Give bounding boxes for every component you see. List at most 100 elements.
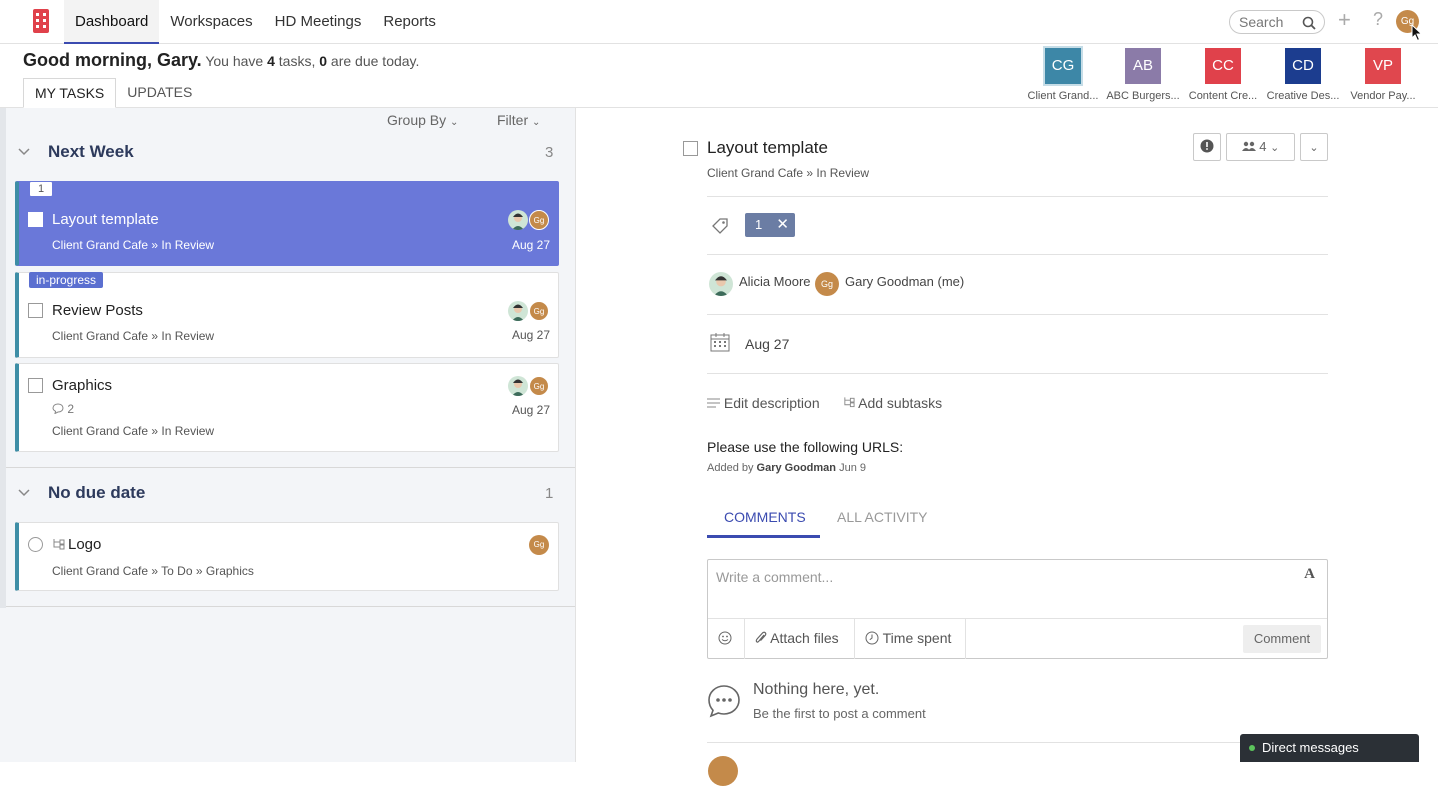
avatar: [508, 210, 528, 230]
time-spent-button[interactable]: Time spent: [855, 619, 966, 659]
task-checkbox[interactable]: [28, 212, 43, 227]
greeting-text: You have: [201, 53, 268, 69]
calendar-icon[interactable]: [710, 333, 730, 352]
subtask-icon: [844, 397, 855, 408]
task-due-date: Aug 27: [511, 328, 550, 342]
workspace-icon: AB: [1125, 48, 1161, 84]
nav-reports[interactable]: Reports: [372, 0, 447, 44]
priority-button[interactable]: [1193, 133, 1221, 161]
chevron-down-icon: ⌄: [1309, 142, 1319, 154]
group-by-label: Group By: [387, 112, 447, 128]
due-date[interactable]: Aug 27: [745, 336, 789, 352]
comment-submit-button[interactable]: Comment: [1243, 625, 1321, 653]
avatar: [508, 301, 528, 321]
pane-edge: [0, 108, 6, 608]
remove-tag-icon[interactable]: ✕: [776, 213, 789, 237]
divider: [707, 373, 1328, 374]
task-due-date: Aug 27: [511, 238, 550, 252]
workspace-shortcut[interactable]: VP Vendor Pay...: [1343, 48, 1423, 102]
subtask-icon: [53, 539, 65, 550]
alert-icon: [1200, 139, 1214, 153]
task-card[interactable]: Graphics 2 Client Grand Cafe » In Review…: [15, 363, 559, 452]
search-icon: [1302, 16, 1316, 30]
task-card[interactable]: in-progress Review Posts Client Grand Ca…: [15, 272, 559, 358]
comment-editor[interactable]: Write a comment... A Attach files Time s…: [707, 559, 1328, 659]
empty-comments-subtitle: Be the first to post a comment: [753, 706, 926, 721]
workspace-label: Client Grand...: [1027, 90, 1099, 102]
section-divider: [6, 467, 575, 468]
avatar: Gg: [529, 210, 549, 230]
lines-icon: [707, 398, 720, 408]
divider: [707, 254, 1328, 255]
add-button[interactable]: +: [1338, 8, 1351, 32]
collapse-chevron-icon[interactable]: [18, 148, 30, 156]
workspace-label: Creative Des...: [1266, 90, 1340, 102]
avatar: Gg: [529, 376, 549, 396]
followers-button[interactable]: 4 ⌄: [1226, 133, 1295, 161]
emoji-icon: [718, 631, 732, 645]
greeting-hello: Good morning, Gary.: [23, 50, 202, 70]
workspace-shortcut[interactable]: CD Creative Des...: [1263, 48, 1343, 102]
help-icon[interactable]: ?: [1373, 9, 1383, 30]
tab-all-activity[interactable]: ALL ACTIVITY: [837, 509, 928, 525]
task-complete-checkbox[interactable]: [683, 141, 698, 156]
avatar: [709, 272, 733, 296]
breadcrumb[interactable]: Client Grand Cafe » In Review: [707, 166, 869, 180]
task-checkbox[interactable]: [28, 537, 43, 552]
task-card[interactable]: Logo Client Grand Cafe » To Do » Graphic…: [15, 522, 559, 591]
avatar: Gg: [529, 535, 549, 555]
comment-icon: [52, 403, 64, 415]
clock-icon: [865, 631, 879, 645]
nav-hd-meetings[interactable]: HD Meetings: [264, 0, 373, 44]
workspace-label: ABC Burgers...: [1106, 90, 1180, 102]
nav-dashboard[interactable]: Dashboard: [64, 0, 160, 44]
collapse-chevron-icon[interactable]: [18, 489, 30, 497]
task-title[interactable]: Layout template: [707, 138, 828, 158]
workspace-shortcut[interactable]: CG Client Grand...: [1023, 48, 1103, 102]
filter-dropdown[interactable]: Filter ⌄: [497, 112, 540, 128]
workspace-shortcut[interactable]: CC Content Cre...: [1183, 48, 1263, 102]
online-status-icon: [1249, 745, 1255, 751]
tab-my-tasks[interactable]: MY TASKS: [23, 78, 117, 108]
task-title: Logo: [68, 536, 102, 553]
assignee-name[interactable]: Alicia Moore: [739, 274, 811, 289]
more-options-button[interactable]: ⌄: [1300, 133, 1328, 161]
comment-count: 2: [52, 402, 74, 416]
workspace-icon: CD: [1285, 48, 1321, 84]
search-input[interactable]: Search: [1229, 10, 1325, 34]
tag-chip[interactable]: 1 ✕: [745, 213, 795, 237]
task-title: Review Posts: [52, 302, 143, 319]
workspace-shortcut[interactable]: AB ABC Burgers...: [1103, 48, 1183, 102]
edit-description-button[interactable]: Edit description: [707, 395, 820, 411]
add-subtasks-button[interactable]: Add subtasks: [843, 395, 942, 411]
text-format-icon[interactable]: A: [1304, 566, 1315, 583]
emoji-button[interactable]: [708, 619, 745, 659]
chat-bubble-icon: [708, 685, 740, 718]
tag-icon[interactable]: [711, 217, 729, 235]
workspace-label: Vendor Pay...: [1350, 90, 1416, 102]
section-count: 1: [545, 485, 554, 502]
chevron-down-icon: ⌄: [1270, 142, 1280, 154]
attach-files-button[interactable]: Attach files: [745, 619, 855, 659]
assignee-name[interactable]: Gary Goodman (me): [845, 274, 964, 289]
app-logo-icon[interactable]: [32, 9, 50, 33]
paperclip-icon: [755, 631, 767, 643]
section-title: No due date: [48, 483, 146, 502]
mouse-cursor-icon: [1411, 24, 1423, 42]
nav-workspaces[interactable]: Workspaces: [159, 0, 263, 44]
search-placeholder: Search: [1239, 14, 1284, 30]
task-checkbox[interactable]: [28, 303, 43, 318]
task-checkbox[interactable]: [28, 378, 43, 393]
tab-comments[interactable]: COMMENTS: [724, 509, 806, 525]
direct-messages-button[interactable]: Direct messages: [1240, 734, 1419, 762]
group-by-dropdown[interactable]: Group By ⌄: [387, 112, 458, 128]
active-tab-indicator: [707, 535, 820, 538]
chevron-down-icon: ⌄: [450, 117, 459, 128]
filter-label: Filter: [497, 112, 529, 128]
divider: [707, 314, 1328, 315]
tab-updates[interactable]: UPDATES: [116, 78, 203, 108]
task-title: Graphics: [52, 377, 113, 394]
task-description: Please use the following URLS:: [707, 439, 904, 455]
greeting: Good morning, Gary. You have 4 tasks, 0 …: [23, 50, 419, 71]
task-card[interactable]: 1 Layout template Client Grand Cafe » In…: [15, 181, 559, 266]
